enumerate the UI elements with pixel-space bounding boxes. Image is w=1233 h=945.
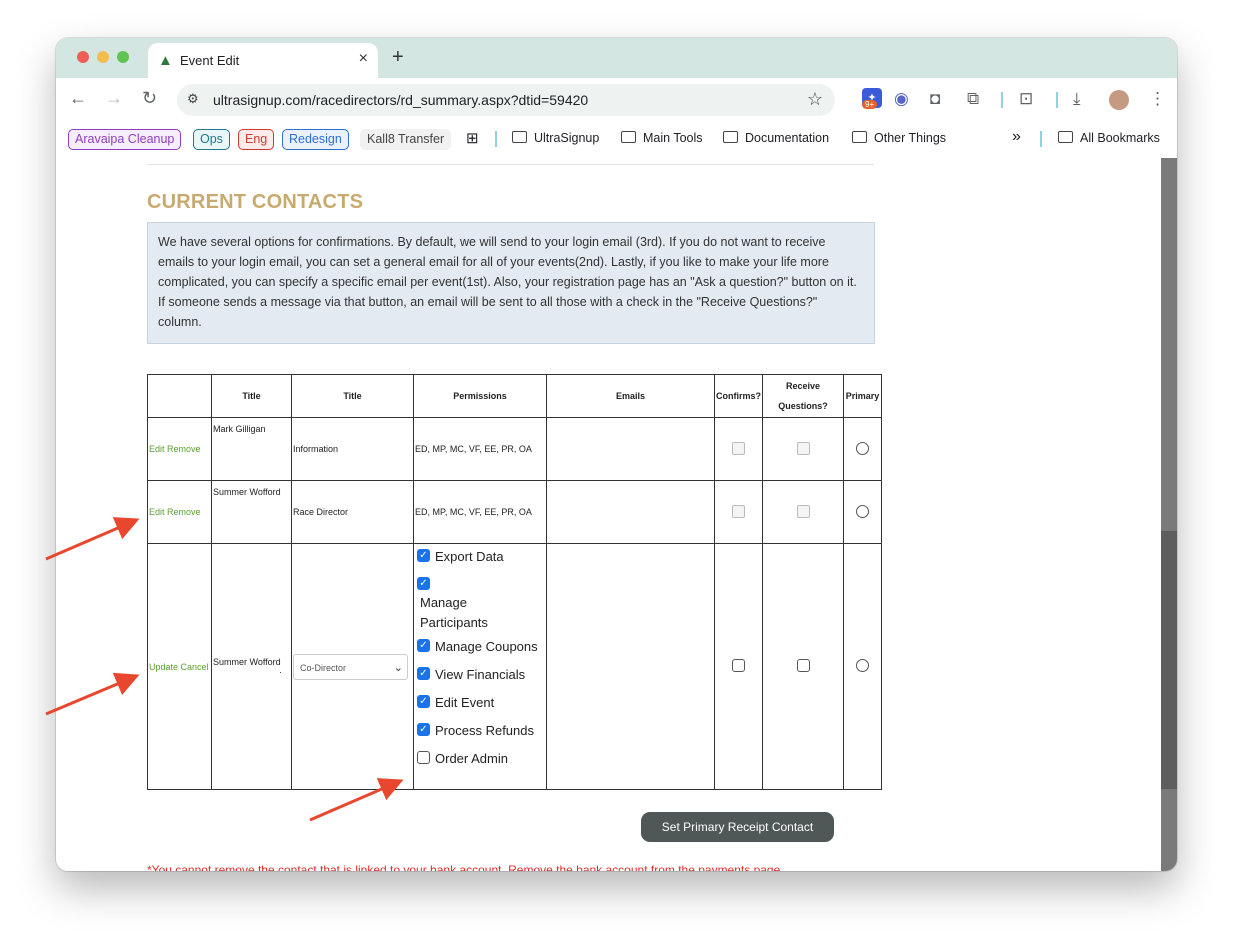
annotation-arrow [309, 778, 404, 822]
annotation-arrow [45, 672, 140, 716]
annotation-arrows [45, 517, 404, 822]
annotation-arrow [45, 517, 140, 561]
